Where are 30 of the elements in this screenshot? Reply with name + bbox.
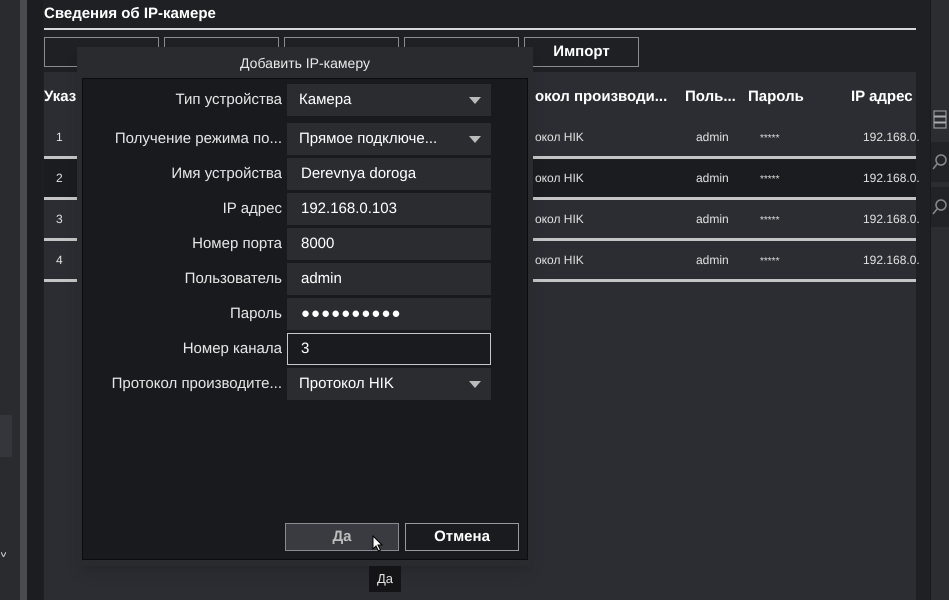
field-label: Тип устройства <box>174 90 282 110</box>
table-cell: 1 <box>56 130 63 144</box>
table-cell: 192.168.0. <box>863 212 920 226</box>
table-cell: admin <box>696 253 729 267</box>
table-cell: admin <box>696 212 729 226</box>
table-cell: ***** <box>760 133 780 144</box>
table-cell: окол HIK <box>535 212 584 226</box>
tooltip: Да <box>369 566 402 592</box>
table-cell: admin <box>696 130 729 144</box>
table-cell: 192.168.0. <box>863 253 920 267</box>
table-cell: 4 <box>56 253 63 267</box>
field-label: Получение режима по... <box>114 128 282 149</box>
field-label: Протокол производите... <box>110 374 282 394</box>
table-cell: 2 <box>56 171 63 185</box>
table-cell: ***** <box>760 256 780 267</box>
field-label: IP адрес <box>222 198 282 219</box>
field-label: Имя устройства <box>170 164 282 184</box>
table-cell: ***** <box>760 174 780 185</box>
table-cell: 3 <box>56 212 63 226</box>
field-label: Номер порта <box>191 234 282 254</box>
table-cell: окол HIK <box>535 171 584 185</box>
panel-title: Сведения об IP-камере <box>44 0 916 30</box>
table-cell: ***** <box>760 215 780 226</box>
table-cell: admin <box>696 171 729 185</box>
dialog-title: Добавить IP-камеру <box>240 54 370 70</box>
table-cell: окол HIK <box>535 130 584 144</box>
table-cell: окол HIK <box>535 253 584 267</box>
field-label: Пароль <box>228 304 282 324</box>
field-label: Пользователь <box>184 268 282 289</box>
field-label: Номер канала <box>182 338 282 359</box>
